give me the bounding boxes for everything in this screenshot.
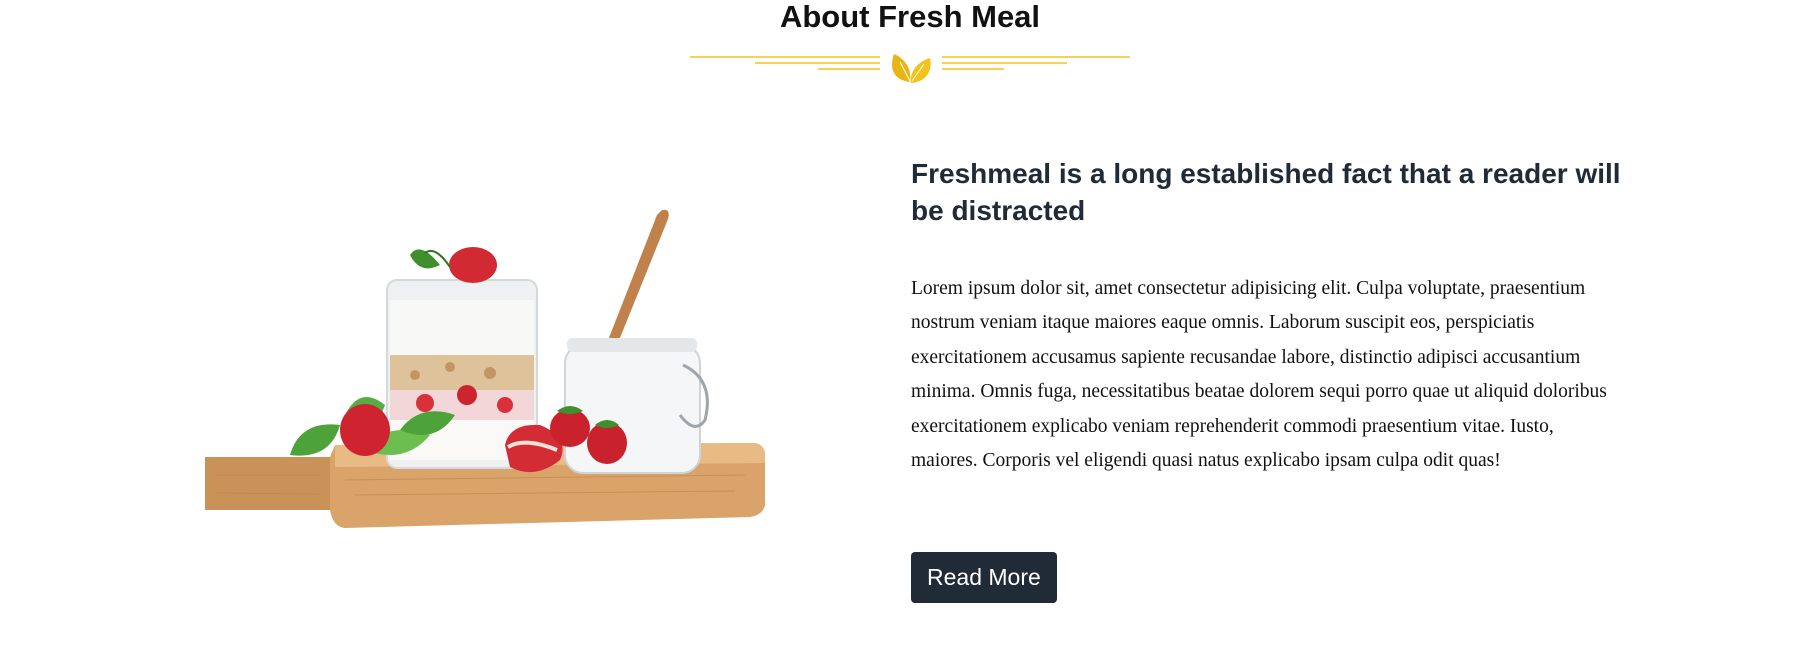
read-more-button[interactable]: Read More (911, 552, 1057, 603)
title-divider (690, 54, 1130, 83)
about-content: Freshmeal is a long established fact tha… (911, 155, 1621, 478)
section-title: About Fresh Meal (779, 0, 1041, 34)
leaf-icon (891, 54, 931, 83)
parfait-image (205, 205, 770, 540)
content-paragraph: Lorem ipsum dolor sit, amet consectetur … (911, 278, 1607, 472)
content-headline: Freshmeal is a long established fact tha… (911, 158, 1621, 226)
